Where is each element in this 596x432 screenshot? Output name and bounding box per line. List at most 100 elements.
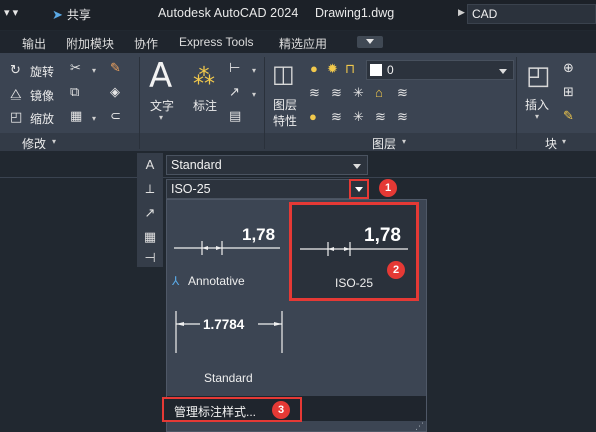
- sun-icon[interactable]: ✹: [327, 61, 338, 77]
- manage-dim-styles-label: 管理标注样式...: [174, 405, 257, 419]
- tab-output[interactable]: 输出: [22, 35, 46, 52]
- layer-tool-icon[interactable]: ●: [309, 109, 317, 124]
- annotative-dim-preview: 1,78: [174, 225, 280, 255]
- scale-icon: ◰: [10, 109, 23, 124]
- dim-style-icon[interactable]: ⟂: [142, 181, 158, 197]
- scale-button[interactable]: 缩放: [30, 110, 54, 127]
- layer-tool-icon[interactable]: ≋: [331, 85, 342, 101]
- dim-style-dropdown-button[interactable]: [349, 179, 369, 199]
- chevron-down-icon[interactable]: ▾: [252, 66, 256, 75]
- panel-title-layers[interactable]: 图层: [372, 135, 396, 152]
- chevron-down-icon[interactable]: ▾: [562, 137, 566, 146]
- ribbon-panel-title-bar: [0, 133, 596, 151]
- iso-25-label: ISO-25: [335, 276, 374, 290]
- standard-dim-preview: 1.7784: [175, 311, 283, 353]
- layer-tool-icon[interactable]: ✳: [353, 109, 364, 125]
- layer-tool-icon[interactable]: ≋: [331, 109, 342, 125]
- chevron-down-icon[interactable]: ▾: [92, 66, 96, 75]
- iso-25-sample-value: 1,78: [364, 225, 401, 246]
- layer-color-swatch: [370, 64, 382, 76]
- dimension-icon[interactable]: ⁂: [193, 64, 215, 90]
- current-layer-value: 0: [387, 63, 394, 77]
- bulb-icon[interactable]: ●: [310, 61, 318, 76]
- callout-badge-2: 2: [387, 261, 405, 279]
- multileader-style-icon[interactable]: ↗: [142, 205, 158, 221]
- layer-tool-icon[interactable]: ≋: [397, 85, 408, 101]
- mirror-icon: ⧋: [10, 86, 22, 101]
- layer-dropdown[interactable]: 0: [366, 60, 514, 80]
- standard-sample-value: 1.7784: [203, 317, 245, 332]
- copy-icon[interactable]: ⧉: [70, 84, 79, 100]
- tab-collaborate[interactable]: 协作: [134, 35, 158, 52]
- text-style-dropdown[interactable]: Standard: [166, 155, 368, 175]
- callout-badge-3: 3: [272, 401, 290, 419]
- share-button[interactable]: ➤ 共享: [52, 6, 91, 23]
- tab-addins[interactable]: 附加模块: [66, 35, 114, 52]
- text-icon[interactable]: A: [149, 56, 172, 96]
- tab-featured-apps[interactable]: 精选应用: [279, 35, 327, 52]
- text-style-icon[interactable]: A: [142, 157, 158, 173]
- layer-properties-icon[interactable]: ◫: [272, 60, 295, 89]
- panel-separator: [139, 57, 140, 149]
- erase-icon[interactable]: ✎: [110, 60, 121, 76]
- chevron-down-icon[interactable]: ▾: [52, 137, 56, 146]
- panel-separator: [516, 57, 517, 149]
- unlock-icon[interactable]: ⊓: [345, 61, 355, 77]
- table-style-icon[interactable]: ▦: [142, 229, 158, 245]
- offset-icon[interactable]: ⊂: [110, 108, 121, 124]
- text-style-value: Standard: [171, 158, 222, 172]
- layer-tool-icon[interactable]: ≋: [397, 109, 408, 125]
- pin-icon[interactable]: ⊣: [142, 250, 158, 266]
- leader-icon[interactable]: ↗: [229, 84, 240, 100]
- layer-tool-icon[interactable]: ≋: [309, 85, 320, 101]
- app-title: Autodesk AutoCAD 2024: [158, 6, 299, 20]
- dim-style-dropdown[interactable]: ISO-25: [166, 179, 350, 199]
- document-title: Drawing1.dwg: [315, 6, 395, 20]
- chevron-down-icon[interactable]: ▾: [402, 137, 406, 146]
- search-input[interactable]: CAD: [467, 4, 596, 24]
- layer-properties-label-2[interactable]: 特性: [273, 112, 297, 129]
- explode-icon[interactable]: ◈: [110, 84, 120, 100]
- block-attribute-icon[interactable]: ✎: [563, 108, 574, 124]
- linear-dim-icon[interactable]: ⊢: [229, 60, 240, 76]
- insert-button[interactable]: 插入: [525, 96, 549, 113]
- table-icon[interactable]: ▤: [229, 108, 241, 124]
- trim-icon[interactable]: ✂: [70, 60, 81, 76]
- chevron-down-icon[interactable]: ▾: [92, 114, 96, 123]
- ribbon-tabs: 输出 附加模块 协作 Express Tools 精选应用: [0, 31, 596, 53]
- edit-block-icon[interactable]: ⊞: [563, 84, 574, 100]
- array-icon[interactable]: ▦: [70, 108, 82, 124]
- rotate-button[interactable]: 旋转: [30, 63, 54, 80]
- resize-grip-icon[interactable]: ⋰: [415, 421, 424, 432]
- gallery-item-standard[interactable]: 1.7784 Standard: [170, 303, 286, 393]
- chevron-right-icon[interactable]: ▶: [458, 7, 465, 18]
- panel-title-modify[interactable]: 修改: [22, 135, 46, 152]
- text-button[interactable]: 文字: [150, 97, 174, 114]
- chevron-down-icon: [353, 164, 361, 169]
- mirror-button[interactable]: 镜像: [30, 87, 54, 104]
- create-block-icon[interactable]: ⊕: [563, 60, 574, 76]
- layer-tool-icon[interactable]: ✳: [353, 85, 364, 101]
- chevron-down-icon: [355, 187, 363, 192]
- panel-separator: [264, 57, 265, 149]
- chevron-down-icon[interactable]: ▾: [159, 113, 163, 122]
- chevron-down-icon[interactable]: ▾: [535, 112, 539, 121]
- insert-block-icon[interactable]: ◰: [526, 60, 551, 91]
- chevron-down-icon: [499, 69, 507, 74]
- dimension-button[interactable]: 标注: [193, 97, 217, 114]
- panel-title-block[interactable]: 块: [545, 135, 557, 152]
- divider: [0, 177, 596, 178]
- annotative-icon: ⅄: [172, 274, 180, 288]
- share-label: 共享: [66, 8, 91, 22]
- tab-express-tools[interactable]: Express Tools: [179, 35, 253, 49]
- gallery-item-iso-25[interactable]: 1,78 ISO-25: [289, 202, 419, 301]
- tab-overflow-button[interactable]: [357, 36, 383, 48]
- rotate-icon: ↻: [10, 62, 21, 77]
- chevron-down-icon[interactable]: ▾: [252, 90, 256, 99]
- layer-tool-icon[interactable]: ≋: [375, 109, 386, 125]
- quick-access-toolbar[interactable]: ▾ ▾: [4, 6, 18, 19]
- layer-lock-icon[interactable]: ⌂: [375, 85, 383, 100]
- gallery-item-annotative[interactable]: 1,78 ⅄ Annotative: [170, 203, 286, 298]
- title-bar: ▾ ▾ ➤ 共享 Autodesk AutoCAD 2024 Drawing1.…: [0, 0, 596, 30]
- layer-properties-label-1[interactable]: 图层: [273, 96, 297, 113]
